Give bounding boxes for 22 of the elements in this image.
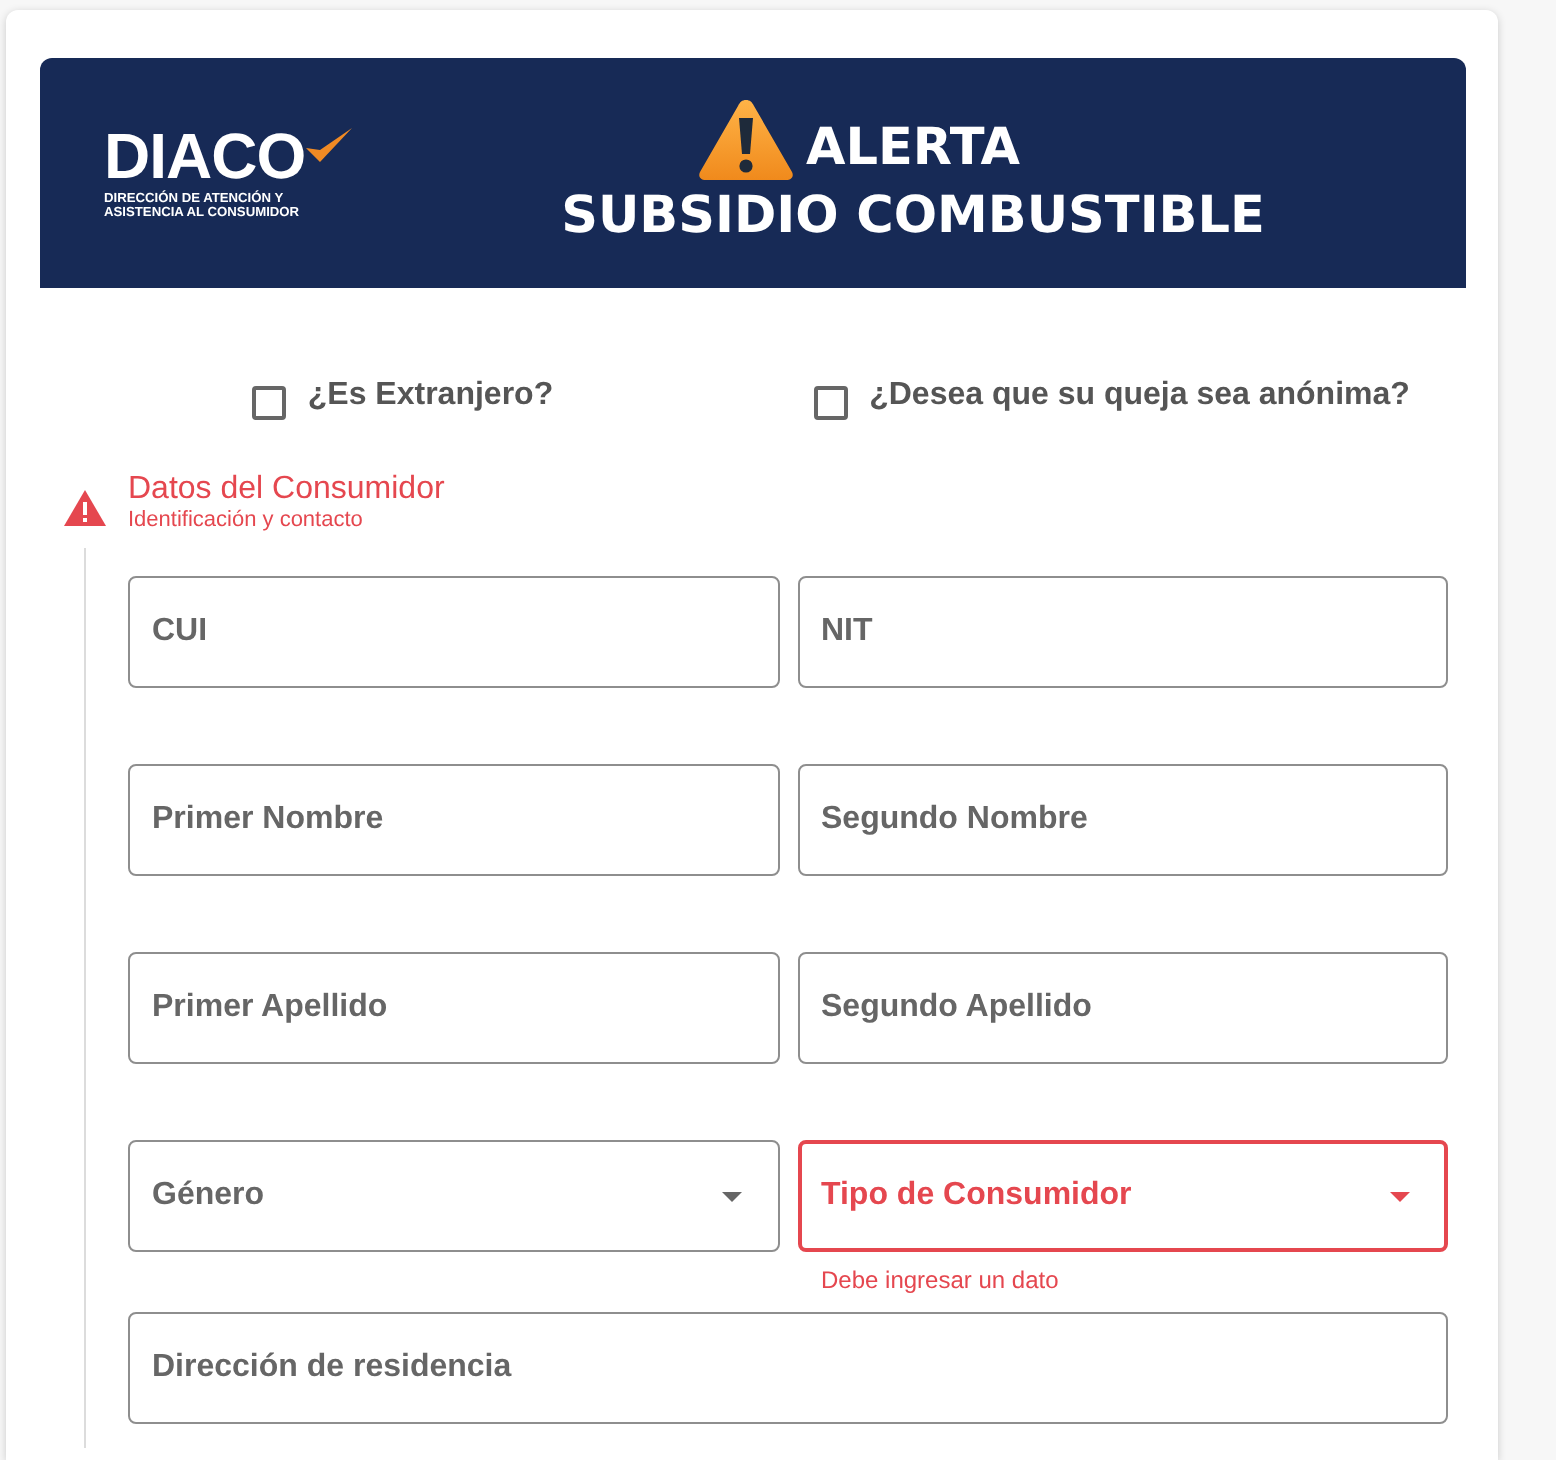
banner-title: SUBSIDIO COMBUSTIBLE xyxy=(561,183,1265,249)
checkbox-label: ¿Es Extranjero? xyxy=(307,376,554,416)
section-subtitle: Identificación y contacto xyxy=(128,508,363,532)
text-field[interactable]: NIT xyxy=(797,576,1448,688)
text-field[interactable]: Primer Apellido xyxy=(128,952,779,1064)
dropdown-caret-icon xyxy=(1390,1191,1410,1201)
dropdown-caret-icon xyxy=(721,1191,741,1201)
warning-icon xyxy=(697,97,794,181)
dropdown-field[interactable]: Género xyxy=(128,1140,779,1252)
error-message: Debe ingresar un dato xyxy=(821,1266,1059,1294)
dropdown-field[interactable]: Tipo de Consumidor xyxy=(797,1140,1448,1252)
logo-wordmark: DIACO xyxy=(104,125,306,185)
text-field[interactable]: CUI xyxy=(128,576,779,688)
text-field[interactable]: Primer Nombre xyxy=(128,764,779,876)
checkbox[interactable] xyxy=(813,386,848,420)
checkbox-label: ¿Desea que su queja sea anónima? xyxy=(869,376,1410,416)
text-field[interactable]: Dirección de residencia xyxy=(128,1312,1448,1424)
alert-title: ALERTA xyxy=(805,115,1021,181)
text-field[interactable]: Segundo Apellido xyxy=(797,952,1448,1064)
section-title: Datos del Consumidor xyxy=(128,472,445,508)
checkbox[interactable] xyxy=(251,386,286,420)
text-field[interactable]: Segundo Nombre xyxy=(797,764,1448,876)
